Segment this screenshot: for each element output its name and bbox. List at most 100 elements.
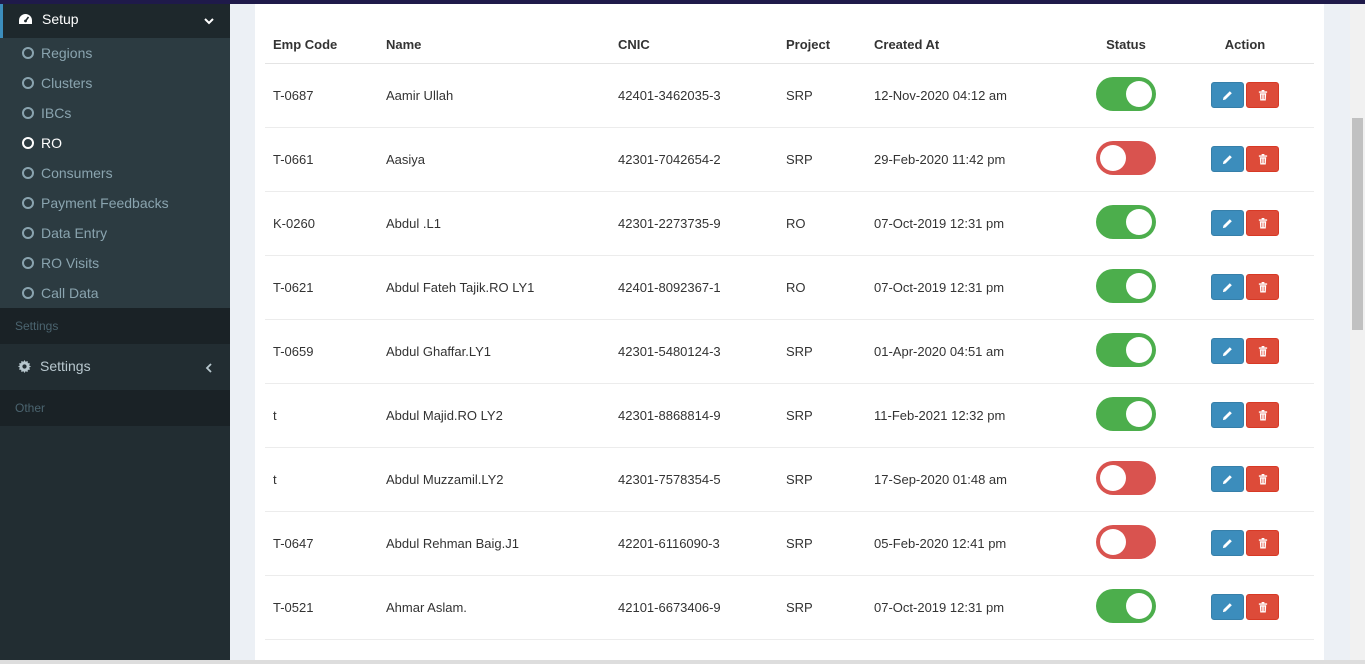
table-row: T-0521 Ahmar Aslam. 42101-6673406-9 SRP 07-O… bbox=[265, 575, 1314, 640]
toggle-knob bbox=[1126, 592, 1152, 619]
sidebar-setup-label: Setup bbox=[42, 11, 79, 27]
col-emp-code[interactable]: Emp Code bbox=[265, 26, 378, 64]
status-toggle[interactable] bbox=[1096, 268, 1156, 303]
sidebar-item-consumers[interactable]: Consumers bbox=[0, 158, 230, 188]
delete-button[interactable] bbox=[1246, 466, 1279, 492]
sidebar-item-label: RO Visits bbox=[41, 255, 100, 271]
status-toggle[interactable] bbox=[1096, 588, 1156, 623]
circle-icon bbox=[22, 77, 34, 89]
sidebar: Setup Regions Clusters IBCs RO Consumers Paym… bbox=[0, 0, 230, 664]
sidebar-item-ibcs[interactable]: IBCs bbox=[0, 98, 230, 128]
sidebar-setup-menu[interactable]: Setup bbox=[0, 0, 230, 38]
sidebar-item-ro-visits[interactable]: RO Visits bbox=[0, 248, 230, 278]
cell-cnic: 42201-6116090-3 bbox=[610, 511, 778, 576]
cell-created-at: 01-Apr-2020 04:51 am bbox=[866, 319, 1076, 384]
edit-button[interactable] bbox=[1211, 210, 1244, 236]
edit-button[interactable] bbox=[1211, 402, 1244, 428]
status-toggle[interactable] bbox=[1096, 524, 1156, 559]
circle-icon bbox=[22, 167, 34, 179]
toggle-knob bbox=[1126, 336, 1152, 363]
status-toggle[interactable] bbox=[1096, 396, 1156, 431]
cell-cnic: 42301-2273735-9 bbox=[610, 191, 778, 256]
table-header-row: Emp Code Name CNIC Project Created At St… bbox=[265, 26, 1314, 64]
scrollbar-thumb[interactable] bbox=[1352, 118, 1363, 330]
cell-emp-code: T-0647 bbox=[265, 511, 378, 576]
sidebar-item-clusters[interactable]: Clusters bbox=[0, 68, 230, 98]
delete-button[interactable] bbox=[1246, 594, 1279, 620]
cell-cnic: 42301-8868814-9 bbox=[610, 383, 778, 448]
sidebar-item-data-entry[interactable]: Data Entry bbox=[0, 218, 230, 248]
cell-emp-code: t bbox=[265, 383, 378, 448]
edit-button[interactable] bbox=[1211, 466, 1244, 492]
col-name[interactable]: Name bbox=[378, 26, 610, 64]
delete-button[interactable] bbox=[1246, 210, 1279, 236]
col-status[interactable]: Status bbox=[1076, 26, 1176, 64]
pencil-icon bbox=[1222, 538, 1233, 549]
pencil-icon bbox=[1222, 346, 1233, 357]
cell-name: Abdul Rehman Baig.J1 bbox=[378, 511, 610, 576]
sidebar-item-label: Data Entry bbox=[41, 225, 108, 241]
col-cnic[interactable]: CNIC bbox=[610, 26, 778, 64]
sidebar-item-label: Clusters bbox=[41, 75, 93, 91]
edit-button[interactable] bbox=[1211, 594, 1244, 620]
toggle-knob bbox=[1100, 464, 1126, 491]
sidebar-item-call-data[interactable]: Call Data bbox=[0, 278, 230, 308]
status-toggle[interactable] bbox=[1096, 332, 1156, 367]
cell-cnic: 42301-7578354-5 bbox=[610, 447, 778, 512]
chevron-left-icon bbox=[205, 360, 212, 376]
cell-name: Aamir Ullah bbox=[378, 63, 610, 128]
status-toggle[interactable] bbox=[1096, 460, 1156, 495]
delete-button[interactable] bbox=[1246, 82, 1279, 108]
cell-emp-code: T-0621 bbox=[265, 255, 378, 320]
sidebar-item-payment-feedbacks[interactable]: Payment Feedbacks bbox=[0, 188, 230, 218]
status-toggle[interactable] bbox=[1096, 76, 1156, 111]
delete-button[interactable] bbox=[1246, 402, 1279, 428]
table-row: t Abdul Muzzamil.LY2 42301-7578354-5 SRP 17-… bbox=[265, 447, 1314, 512]
circle-icon bbox=[22, 107, 34, 119]
delete-button[interactable] bbox=[1246, 338, 1279, 364]
sidebar-item-label: Regions bbox=[41, 45, 93, 61]
pencil-icon bbox=[1222, 282, 1233, 293]
delete-button[interactable] bbox=[1246, 530, 1279, 556]
circle-icon bbox=[22, 137, 34, 149]
col-created-at[interactable]: Created At bbox=[866, 26, 1076, 64]
edit-button[interactable] bbox=[1211, 146, 1244, 172]
gear-icon bbox=[18, 359, 31, 373]
cell-name: Abdul Muzzamil.LY2 bbox=[378, 447, 610, 512]
cell-project: SRP bbox=[778, 575, 866, 640]
table-row: T-0661 Aasiya 42301-7042654-2 SRP 29-Feb-202… bbox=[265, 127, 1314, 192]
cell-status bbox=[1076, 127, 1176, 192]
cell-created-at: 07-Oct-2019 12:31 pm bbox=[866, 575, 1076, 640]
top-bar bbox=[0, 0, 1365, 4]
toggle-knob bbox=[1126, 208, 1152, 235]
status-toggle[interactable] bbox=[1096, 140, 1156, 175]
cell-status bbox=[1076, 191, 1176, 256]
cell-status bbox=[1076, 383, 1176, 448]
cell-project: SRP bbox=[778, 319, 866, 384]
sidebar-header-settings: Settings bbox=[0, 308, 230, 344]
sidebar-settings-menu[interactable]: Settings bbox=[0, 344, 230, 388]
sidebar-header-other: Other bbox=[0, 390, 230, 426]
toggle-knob bbox=[1126, 272, 1152, 299]
delete-button[interactable] bbox=[1246, 274, 1279, 300]
cell-cnic: 42401-3462035-3 bbox=[610, 63, 778, 128]
edit-button[interactable] bbox=[1211, 338, 1244, 364]
col-project[interactable]: Project bbox=[778, 26, 866, 64]
sidebar-item-label: Consumers bbox=[41, 165, 113, 181]
pencil-icon bbox=[1222, 410, 1233, 421]
status-toggle[interactable] bbox=[1096, 204, 1156, 239]
delete-button[interactable] bbox=[1246, 146, 1279, 172]
edit-button[interactable] bbox=[1211, 530, 1244, 556]
cell-action bbox=[1176, 383, 1314, 448]
sidebar-item-ro[interactable]: RO bbox=[0, 128, 230, 158]
cell-created-at: 05-Feb-2020 12:41 pm bbox=[866, 511, 1076, 576]
sidebar-item-regions[interactable]: Regions bbox=[0, 38, 230, 68]
circle-icon bbox=[22, 197, 34, 209]
vertical-scrollbar[interactable] bbox=[1350, 0, 1365, 664]
table-row: T-0659 Abdul Ghaffar.LY1 42301-5480124-3 SR… bbox=[265, 319, 1314, 384]
cell-name: Abdul Fateh Tajik.RO LY1 bbox=[378, 255, 610, 320]
cell-status bbox=[1076, 255, 1176, 320]
sidebar-item-label: IBCs bbox=[41, 105, 72, 121]
edit-button[interactable] bbox=[1211, 274, 1244, 300]
edit-button[interactable] bbox=[1211, 82, 1244, 108]
